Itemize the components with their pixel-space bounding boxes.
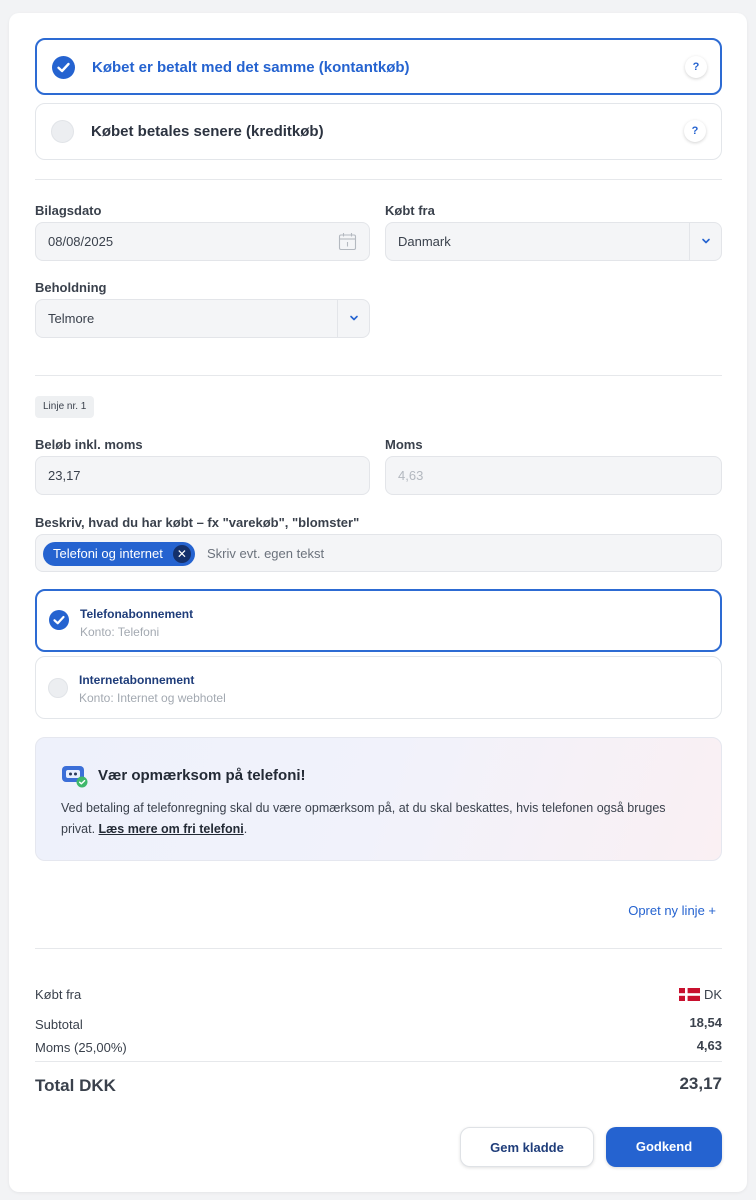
amount-input[interactable]: 23,17 — [35, 456, 370, 495]
holding-select[interactable]: Telmore — [35, 299, 370, 338]
amount-label: Beløb inkl. moms — [35, 437, 143, 452]
option-credit-purchase[interactable]: Købet betales senere (kreditkøb) ? — [35, 103, 722, 160]
calendar-icon[interactable] — [338, 232, 357, 251]
description-label: Beskriv, hvad du har købt – fx "varekøb"… — [35, 515, 360, 530]
total-value: 23,17 — [679, 1074, 722, 1093]
checkmark-icon — [49, 610, 69, 630]
add-line-link[interactable]: Opret ny linje + — [628, 903, 716, 918]
vat-label: Moms — [385, 437, 423, 452]
subtotal-label: Subtotal — [35, 1017, 83, 1032]
divider — [35, 179, 722, 180]
date-input[interactable]: 08/08/2025 — [35, 222, 370, 261]
notice-title: Vær opmærksom på telefoni! — [98, 767, 306, 784]
summary-bought-from-label: Købt fra — [35, 987, 82, 1002]
vat-input: 4,63 — [385, 456, 722, 495]
description-input[interactable]: Telefoni og internet ✕ Skriv evt. egen t… — [35, 534, 722, 572]
option-title: Telefonabonnement — [80, 607, 194, 621]
option-account: Konto: Internet og webhotel — [79, 691, 226, 705]
radio-unchecked-icon — [51, 120, 74, 143]
save-draft-button[interactable]: Gem kladde — [460, 1127, 594, 1167]
subtotal-value: 18,54 — [689, 1015, 722, 1030]
option-cash-label: Købet er betalt med det samme (kontantkø… — [92, 59, 410, 76]
read-more-link[interactable]: Læs mere om fri telefoni — [99, 822, 244, 836]
holding-label: Beholdning — [35, 280, 107, 295]
line-number-badge: Linje nr. 1 — [35, 396, 95, 418]
option-credit-label: Købet betales senere (kreditkøb) — [91, 123, 324, 140]
bought-from-label: Købt fra — [385, 203, 435, 218]
divider — [35, 1061, 722, 1062]
option-cash-purchase[interactable]: Købet er betalt med det samme (kontantkø… — [35, 38, 722, 95]
option-internet-subscription[interactable]: Internetabonnement Konto: Internet og we… — [35, 656, 722, 719]
vat-summary-value: 4,63 — [696, 1038, 722, 1053]
total-label: Total DKK — [35, 1076, 116, 1095]
description-placeholder: Skriv evt. egen tekst — [207, 546, 325, 561]
date-label: Bilagsdato — [35, 203, 102, 218]
divider — [35, 948, 722, 949]
help-icon[interactable]: ? — [684, 120, 706, 142]
bought-from-select[interactable]: Danmark — [385, 222, 722, 261]
close-icon[interactable]: ✕ — [172, 545, 191, 563]
option-phone-subscription[interactable]: Telefonabonnement Konto: Telefoni — [35, 589, 722, 652]
notice-text: Ved betaling af telefonregning skal du v… — [61, 801, 666, 836]
denmark-flag-icon — [678, 988, 700, 1001]
chevron-down-icon[interactable] — [689, 223, 721, 260]
option-title: Internetabonnement — [79, 673, 195, 687]
chat-bot-icon — [62, 766, 88, 788]
summary-country: DK — [678, 987, 722, 1002]
help-icon[interactable]: ? — [685, 56, 707, 78]
category-chip: Telefoni og internet ✕ — [43, 542, 195, 566]
phone-tax-notice: Vær opmærksom på telefoni! Ved betaling … — [35, 737, 722, 861]
vat-summary-label: Moms (25,00%) — [35, 1040, 127, 1055]
radio-unchecked-icon — [48, 678, 68, 698]
divider — [35, 375, 722, 376]
chevron-down-icon[interactable] — [337, 300, 369, 337]
checkmark-icon — [52, 56, 75, 79]
approve-button[interactable]: Godkend — [606, 1127, 722, 1167]
option-account: Konto: Telefoni — [80, 625, 160, 639]
